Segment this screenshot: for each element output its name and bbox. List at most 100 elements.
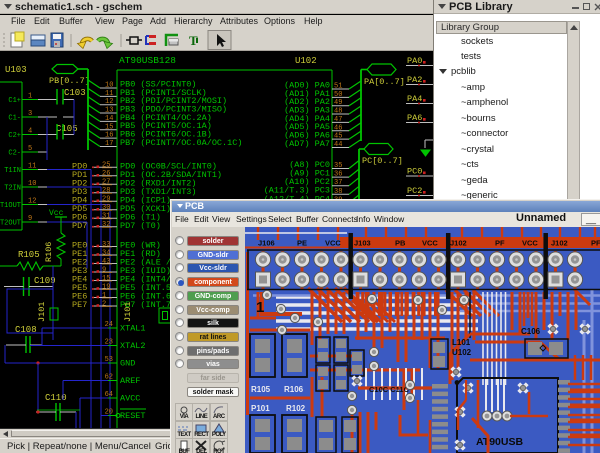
svg-text:PA[0..7]: PA[0..7] [364,77,405,87]
svg-text:25: 25 [102,162,110,170]
svg-text:43: 43 [102,258,110,266]
svg-text:36: 36 [334,171,342,179]
svg-text:AREF: AREF [120,376,140,386]
svg-text:C10C C11C: C10C C11C [369,385,410,394]
svg-text:46: 46 [334,124,342,132]
svg-text:13: 13 [105,107,113,115]
svg-text:PD7 (T0): PD7 (T0) [120,221,161,231]
svg-text:J106: J106 [258,239,275,248]
svg-text:2: 2 [102,300,106,308]
svg-text:L101: L101 [452,338,471,347]
svg-text:C2+: C2+ [8,132,21,140]
svg-text:5: 5 [28,145,32,153]
svg-text:R105: R105 [251,385,271,394]
svg-text:19: 19 [102,283,110,291]
svg-text:R106: R106 [44,242,54,262]
svg-text:44: 44 [334,141,342,149]
svg-text:3: 3 [28,110,32,118]
svg-text:AT90USB: AT90USB [476,436,523,448]
svg-text:J102: J102 [450,239,467,248]
svg-text:T1IN: T1IN [4,167,21,175]
svg-text:10: 10 [28,180,36,188]
svg-text:48: 48 [334,108,342,116]
svg-text:35: 35 [334,162,342,170]
svg-text:XTAL1: XTAL1 [120,324,146,334]
svg-text:14: 14 [105,115,113,123]
svg-text:PA6: PA6 [407,113,422,123]
svg-text:1: 1 [256,299,264,316]
svg-text:PC[0..7]: PC[0..7] [362,156,403,166]
svg-text:12: 12 [105,98,113,106]
svg-text:AVCC: AVCC [120,394,140,404]
svg-text:38: 38 [334,188,342,196]
svg-text:28: 28 [102,187,110,195]
svg-text:PA2: PA2 [407,75,422,85]
svg-text:RESET: RESET [120,411,146,421]
svg-text:(AD7) PA7: (AD7) PA7 [284,139,330,149]
svg-text:C1+: C1+ [8,97,21,105]
svg-text:PB[0..7]: PB[0..7] [49,76,90,86]
svg-text:34: 34 [102,249,110,257]
svg-text:PC2: PC2 [407,186,422,196]
svg-text:45: 45 [334,133,342,141]
svg-text:U102: U102 [295,56,317,66]
svg-text:T1OUT: T1OUT [0,202,21,210]
svg-text:PF: PF [591,239,600,248]
svg-text:29: 29 [102,196,110,204]
svg-text:R105: R105 [18,250,40,260]
svg-text:R102: R102 [286,404,306,413]
svg-text:PE: PE [297,239,307,248]
svg-text:C103: C103 [64,88,86,98]
svg-text:17: 17 [105,140,113,148]
svg-text:PA0: PA0 [407,56,422,66]
svg-text:C2-: C2- [8,150,21,158]
svg-text:1: 1 [28,93,32,101]
svg-text:C109: C109 [34,276,56,286]
svg-text:32: 32 [102,221,110,229]
svg-text:T2IN: T2IN [4,185,21,193]
svg-text:11: 11 [105,90,113,98]
svg-text:VCC: VCC [325,239,341,248]
svg-text:15: 15 [105,123,113,131]
svg-text:XTAL2: XTAL2 [120,341,146,351]
svg-text:T2OUT: T2OUT [0,220,21,228]
svg-text:10: 10 [105,82,113,90]
svg-text:PB7 (PCINT7/OC.0A/OC.1C): PB7 (PCINT7/OC.0A/OC.1C) [120,138,242,148]
svg-text:J101: J101 [123,302,133,322]
svg-text:47: 47 [334,116,342,124]
svg-text:PE7: PE7 [72,300,87,310]
svg-text:VCC: VCC [522,239,538,248]
svg-text:C106: C106 [521,327,541,336]
svg-text:50: 50 [334,91,342,99]
svg-text:VCC: VCC [422,239,438,248]
svg-text:11: 11 [28,163,36,171]
svg-text:AT90USB128: AT90USB128 [119,55,176,66]
svg-text:GND: GND [120,359,135,369]
svg-text:12: 12 [28,198,36,206]
svg-text:15: 15 [102,275,110,283]
svg-text:9: 9 [28,215,32,223]
svg-text:P101: P101 [251,404,270,413]
svg-text:27: 27 [102,179,110,187]
svg-text:PB: PB [395,239,406,248]
svg-text:49: 49 [334,99,342,107]
svg-text:C108: C108 [15,325,37,335]
svg-text:PA4: PA4 [407,94,422,104]
svg-text:C1-: C1- [8,115,21,123]
svg-text:51: 51 [334,83,342,91]
svg-text:PD7: PD7 [72,221,87,231]
svg-text:1: 1 [102,292,106,300]
svg-text:16: 16 [105,132,113,140]
svg-text:U102: U102 [452,348,472,357]
svg-text:31: 31 [102,213,110,221]
svg-text:J102: J102 [551,239,568,248]
svg-text:37: 37 [334,179,342,187]
svg-text:30: 30 [102,204,110,212]
svg-text:J101: J101 [37,302,47,322]
svg-text:J103: J103 [354,239,371,248]
svg-text:PC0: PC0 [407,167,422,177]
svg-text:PF: PF [495,239,505,248]
svg-text:9: 9 [102,266,106,274]
svg-text:4: 4 [28,128,32,136]
svg-text:26: 26 [102,170,110,178]
